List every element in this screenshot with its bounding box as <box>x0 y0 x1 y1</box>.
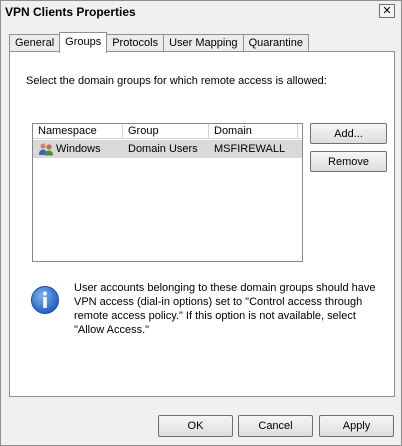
column-header-namespace[interactable]: Namespace <box>33 124 123 139</box>
groups-instruction: Select the domain groups for which remot… <box>26 75 327 87</box>
column-header-domain[interactable]: Domain <box>209 124 298 139</box>
title-bar: VPN Clients Properties ✕ <box>1 1 401 23</box>
groups-tab-panel: Select the domain groups for which remot… <box>9 51 395 397</box>
add-button[interactable]: Add... <box>310 123 387 144</box>
tab-user-mapping[interactable]: User Mapping <box>163 34 244 52</box>
properties-dialog: VPN Clients Properties ✕ General Groups … <box>0 0 402 446</box>
list-header: Namespace Group Domain <box>33 124 302 139</box>
tab-strip: General Groups Protocols User Mapping Qu… <box>9 32 309 53</box>
list-item[interactable]: Windows Domain Users MSFIREWALL <box>33 140 302 158</box>
close-button[interactable]: ✕ <box>379 4 395 18</box>
remove-button[interactable]: Remove <box>310 151 387 172</box>
tab-groups[interactable]: Groups <box>59 32 108 53</box>
window-title: VPN Clients Properties <box>5 5 136 19</box>
users-group-icon <box>39 143 53 156</box>
column-header-group[interactable]: Group <box>123 124 209 139</box>
cancel-button[interactable]: Cancel <box>238 415 313 437</box>
namespace-cell: Windows <box>33 142 123 156</box>
info-icon <box>31 286 59 314</box>
apply-button[interactable]: Apply <box>319 415 394 437</box>
info-message: User accounts belonging to these domain … <box>74 282 376 336</box>
tab-general[interactable]: General <box>9 34 61 52</box>
domain-cell: MSFIREWALL <box>214 143 286 155</box>
namespace-value: Windows <box>56 142 101 155</box>
ok-button[interactable]: OK <box>158 415 233 437</box>
tab-protocols[interactable]: Protocols <box>106 34 165 52</box>
domain-groups-list[interactable]: Namespace Group Domain Windows Domain Us… <box>32 123 303 262</box>
group-cell: Domain Users <box>128 143 198 155</box>
tab-quarantine[interactable]: Quarantine <box>242 34 309 52</box>
close-icon: ✕ <box>382 4 392 17</box>
